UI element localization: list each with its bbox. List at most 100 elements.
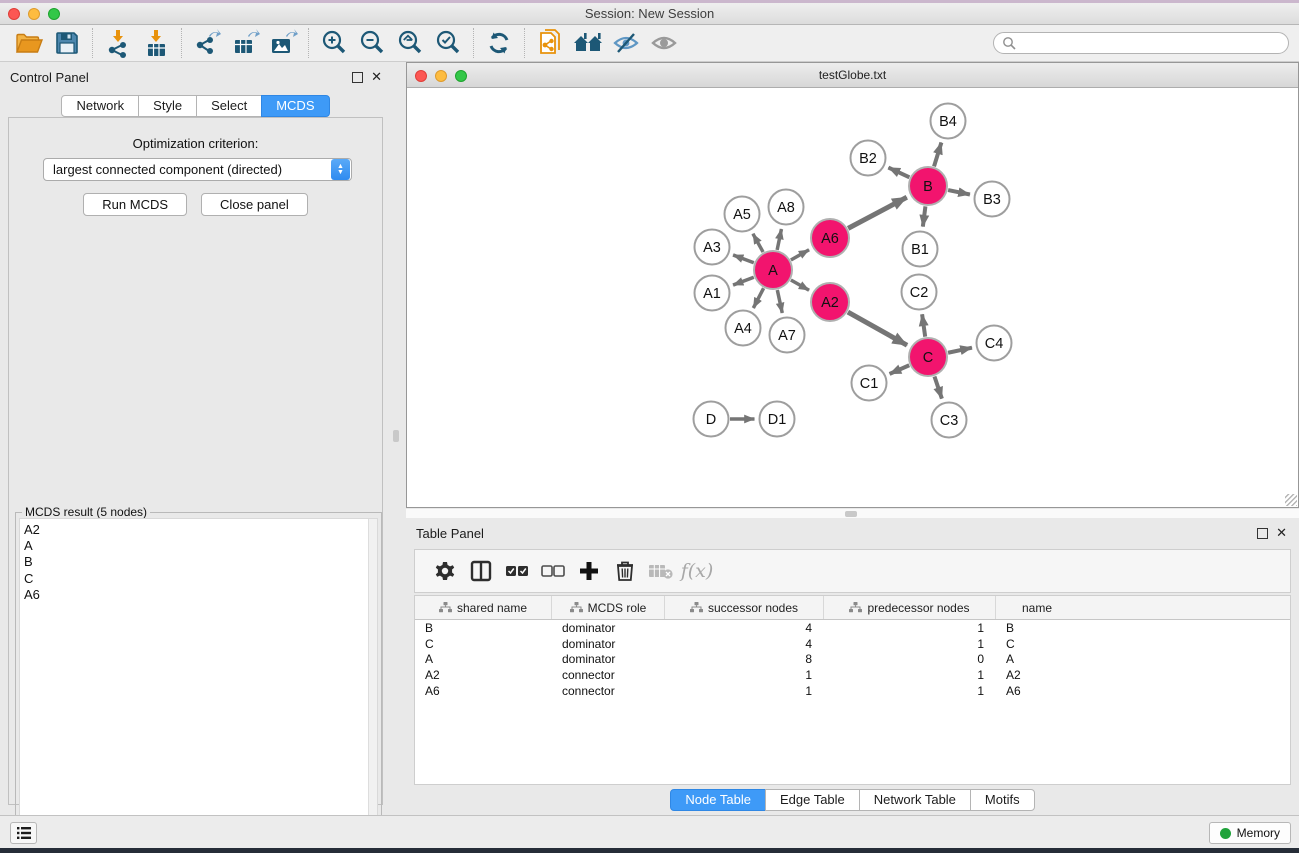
edge-A-A1[interactable] [733, 277, 754, 285]
search-field[interactable] [993, 32, 1289, 54]
table-cell[interactable]: 4 [665, 621, 824, 635]
edge-A6-B[interactable] [848, 197, 907, 228]
table-cell[interactable]: dominator [552, 652, 665, 666]
edge-B-B1[interactable] [923, 206, 926, 226]
table-cell[interactable]: C [415, 637, 552, 651]
search-input[interactable] [1021, 36, 1280, 50]
table-cell[interactable]: connector [552, 684, 665, 698]
table-cell[interactable]: A6 [996, 684, 1078, 698]
table-cell[interactable]: 0 [824, 652, 996, 666]
table-settings-gear-icon[interactable] [427, 555, 463, 587]
create-column-plus-icon[interactable] [571, 555, 607, 587]
node-C[interactable]: C [909, 338, 947, 376]
column-header-MCDS-role[interactable]: MCDS role [552, 596, 665, 619]
node-A8[interactable]: A8 [769, 190, 804, 225]
save-session-icon[interactable] [48, 27, 86, 59]
edge-A-A3[interactable] [733, 255, 754, 263]
table-cell[interactable]: dominator [552, 621, 665, 635]
node-C2[interactable]: C2 [902, 275, 937, 310]
node-B[interactable]: B [909, 167, 947, 205]
import-table-icon[interactable] [137, 27, 175, 59]
window-resize-grip[interactable] [1285, 494, 1297, 506]
column-header-successor-nodes[interactable]: successor nodes [665, 596, 824, 619]
float-panel-icon[interactable] [352, 72, 363, 83]
zoom-selected-icon[interactable] [429, 27, 467, 59]
network-window-titlebar[interactable]: testGlobe.txt [407, 63, 1298, 88]
node-D1[interactable]: D1 [760, 402, 795, 437]
mcds-result-list[interactable]: A2ABCA6 [19, 518, 378, 852]
memory-button[interactable]: Memory [1209, 822, 1291, 844]
edge-A-A5[interactable] [753, 234, 763, 252]
tab-style[interactable]: Style [138, 95, 197, 117]
table-cell[interactable]: C [996, 637, 1078, 651]
tab-select[interactable]: Select [196, 95, 262, 117]
edge-A-A2[interactable] [791, 280, 809, 290]
network-graph[interactable]: B4B2BB3A8A5A6A3B1AA1C2A2A4A7C4CC1C3DD1 [407, 89, 1298, 507]
deselect-all-checkboxes-icon[interactable] [535, 555, 571, 587]
float-panel-icon[interactable] [1257, 528, 1268, 539]
close-panel-icon[interactable]: ✕ [1276, 525, 1287, 540]
result-list-item[interactable]: B [20, 554, 377, 570]
edge-C-C2[interactable] [922, 314, 925, 336]
table-row[interactable]: Bdominator41B [415, 620, 1290, 636]
table-row[interactable]: Adominator80A [415, 652, 1290, 668]
edge-A2-C[interactable] [848, 312, 907, 345]
edge-A-A6[interactable] [791, 250, 809, 260]
edge-B-B4[interactable] [934, 143, 941, 167]
horizontal-split-divider[interactable] [406, 509, 1299, 518]
task-history-button[interactable] [10, 822, 37, 844]
import-network-icon[interactable] [99, 27, 137, 59]
vertical-divider-handle[interactable] [393, 430, 399, 442]
optimization-criterion-dropdown[interactable]: largest connected component (directed) ▲… [43, 158, 352, 181]
node-A3[interactable]: A3 [695, 230, 730, 265]
zoom-fit-icon[interactable] [391, 27, 429, 59]
node-C3[interactable]: C3 [932, 403, 967, 438]
export-network-icon[interactable] [188, 27, 226, 59]
table-cell[interactable]: 1 [824, 668, 996, 682]
table-cell[interactable]: 1 [824, 637, 996, 651]
table-cell[interactable]: A2 [415, 668, 552, 682]
close-panel-button[interactable]: Close panel [201, 193, 308, 216]
table-cell[interactable]: A6 [415, 684, 552, 698]
table-row[interactable]: A6connector11A6 [415, 683, 1290, 699]
column-header-name[interactable]: name [996, 596, 1078, 619]
new-network-from-selection-icon[interactable] [531, 27, 569, 59]
result-list-item[interactable]: C [20, 571, 377, 587]
edge-B-B2[interactable] [888, 168, 909, 178]
result-list-item[interactable]: A6 [20, 587, 377, 603]
node-D[interactable]: D [694, 402, 729, 437]
divider-handle[interactable] [845, 511, 857, 517]
delete-column-trash-icon[interactable] [607, 555, 643, 587]
table-cell[interactable]: A [996, 652, 1078, 666]
edge-A-A8[interactable] [777, 229, 781, 250]
node-B3[interactable]: B3 [975, 182, 1010, 217]
run-mcds-button[interactable]: Run MCDS [83, 193, 187, 216]
edge-C-C4[interactable] [948, 348, 972, 353]
table-cell[interactable]: A [415, 652, 552, 666]
edge-A-A7[interactable] [777, 290, 782, 313]
node-B2[interactable]: B2 [851, 141, 886, 176]
tab-network-table[interactable]: Network Table [859, 789, 971, 811]
table-row[interactable]: A2connector11A2 [415, 667, 1290, 683]
table-cell[interactable]: B [996, 621, 1078, 635]
node-A5[interactable]: A5 [725, 197, 760, 232]
table-row[interactable]: Cdominator41C [415, 636, 1290, 652]
export-image-icon[interactable] [264, 27, 302, 59]
zoom-out-icon[interactable] [353, 27, 391, 59]
column-header-shared-name[interactable]: shared name [415, 596, 552, 619]
tab-motifs[interactable]: Motifs [970, 789, 1035, 811]
table-cell[interactable]: 1 [665, 684, 824, 698]
edge-C-C3[interactable] [934, 376, 941, 398]
node-C1[interactable]: C1 [852, 366, 887, 401]
tab-node-table[interactable]: Node Table [670, 789, 766, 811]
table-cell[interactable]: 1 [824, 684, 996, 698]
node-A1[interactable]: A1 [695, 276, 730, 311]
edge-A-A4[interactable] [753, 288, 763, 308]
show-column-panel-icon[interactable] [463, 555, 499, 587]
table-cell[interactable]: dominator [552, 637, 665, 651]
table-cell[interactable]: B [415, 621, 552, 635]
zoom-in-icon[interactable] [315, 27, 353, 59]
select-all-checkboxes-icon[interactable] [499, 555, 535, 587]
column-header-predecessor-nodes[interactable]: predecessor nodes [824, 596, 996, 619]
export-table-icon[interactable] [226, 27, 264, 59]
